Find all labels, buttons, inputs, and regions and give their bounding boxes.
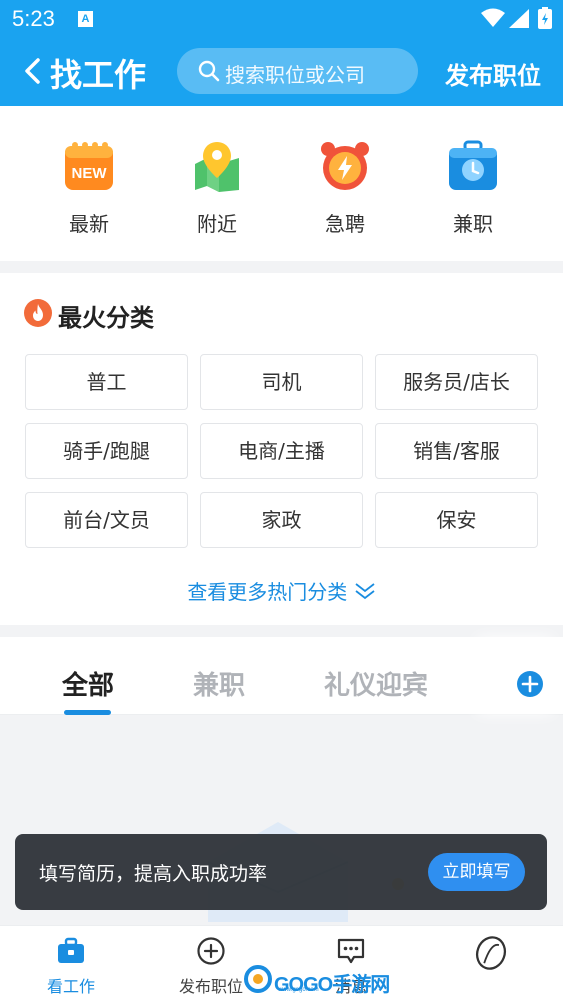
wifi-icon bbox=[481, 8, 505, 27]
search-icon bbox=[198, 60, 220, 82]
watermark-subtext: www.gogo.com bbox=[278, 987, 319, 993]
category-item[interactable]: 电商/主播 bbox=[200, 423, 363, 479]
new-calendar-icon: NEW bbox=[65, 142, 113, 190]
quick-entry-urgent[interactable]: 急聘 bbox=[295, 134, 395, 244]
quick-entry-label: 急聘 bbox=[325, 212, 365, 236]
category-item[interactable]: 家政 bbox=[200, 492, 363, 548]
quick-entries: NEW 最新 附近 急聘 兼职 bbox=[0, 106, 563, 261]
tab-etiquette[interactable]: 礼仪迎宾 bbox=[324, 665, 428, 702]
tab-parttime[interactable]: 兼职 bbox=[193, 665, 245, 702]
publish-job-button[interactable]: 发布职位 bbox=[445, 56, 541, 91]
header: 找工作 搜索职位或公司 发布职位 bbox=[0, 38, 563, 106]
quick-entry-nearby[interactable]: 附近 bbox=[167, 134, 267, 244]
watermark: GOGO手游网 www.gogo.com bbox=[244, 965, 390, 996]
quick-entry-newest[interactable]: NEW 最新 bbox=[39, 134, 139, 244]
resume-toast: 填写简历，提高入职成功率 立即填写 bbox=[15, 834, 547, 910]
category-item[interactable]: 普工 bbox=[25, 354, 188, 410]
section-title: 最火分类 bbox=[58, 304, 154, 332]
message-icon bbox=[337, 938, 365, 964]
toast-message: 填写简历，提高入职成功率 bbox=[39, 863, 268, 885]
search-placeholder: 搜索职位或公司 bbox=[225, 63, 365, 87]
job-tabs: 全部 兼职 礼仪迎宾 bbox=[0, 637, 563, 715]
tab-all[interactable]: 全部 bbox=[62, 665, 114, 702]
category-item[interactable]: 骑手/跑腿 bbox=[25, 423, 188, 479]
plus-circle-icon bbox=[197, 937, 225, 965]
category-item[interactable]: 服务员/店长 bbox=[375, 354, 538, 410]
page-title: 找工作 bbox=[50, 56, 147, 94]
bottom-nav: 看工作 发布职位 消息 GOGO手游网 www.gogo.com bbox=[0, 925, 563, 1002]
quick-entry-label: 兼职 bbox=[453, 212, 493, 236]
status-time: 5:23 bbox=[12, 6, 55, 31]
briefcase-clock-icon bbox=[449, 140, 497, 190]
map-pin-icon bbox=[195, 142, 239, 192]
fire-icon bbox=[24, 299, 52, 327]
notification-icon: A bbox=[78, 11, 93, 27]
more-categories-link[interactable]: 查看更多热门分类 bbox=[0, 576, 563, 605]
briefcase-icon bbox=[58, 937, 84, 963]
add-tab-icon[interactable] bbox=[516, 670, 544, 698]
quick-entry-label: 最新 bbox=[69, 212, 109, 236]
nav-item-profile[interactable] bbox=[441, 926, 541, 1002]
new-badge-text: NEW bbox=[72, 165, 108, 182]
top-bar: 5:23 A 找工作 搜索职位或公司 发布职位 bbox=[0, 0, 563, 106]
fill-resume-button[interactable]: 立即填写 bbox=[428, 853, 525, 891]
signal-icon bbox=[509, 9, 529, 28]
category-item[interactable]: 销售/客服 bbox=[375, 423, 538, 479]
category-item[interactable]: 前台/文员 bbox=[25, 492, 188, 548]
nav-label: 看工作 bbox=[46, 977, 95, 996]
profile-icon bbox=[475, 936, 507, 970]
search-input[interactable]: 搜索职位或公司 bbox=[177, 48, 418, 94]
more-categories-label: 查看更多热门分类 bbox=[187, 580, 348, 604]
watermark-logo-icon bbox=[244, 965, 272, 993]
quick-entry-parttime[interactable]: 兼职 bbox=[423, 134, 523, 244]
back-arrow-icon[interactable] bbox=[20, 56, 46, 86]
alarm-clock-icon bbox=[321, 142, 369, 190]
category-item[interactable]: 保安 bbox=[375, 492, 538, 548]
nav-item-jobs[interactable]: 看工作 bbox=[21, 926, 121, 1002]
category-item[interactable]: 司机 bbox=[200, 354, 363, 410]
hot-categories-section: 最火分类 普工 司机 服务员/店长 骑手/跑腿 电商/主播 销售/客服 前台/文… bbox=[0, 273, 563, 625]
battery-icon bbox=[538, 7, 552, 29]
status-bar: 5:23 A bbox=[0, 0, 563, 38]
double-chevron-down-icon bbox=[355, 582, 375, 599]
quick-entry-label: 附近 bbox=[197, 212, 237, 236]
tab-indicator bbox=[64, 710, 111, 715]
